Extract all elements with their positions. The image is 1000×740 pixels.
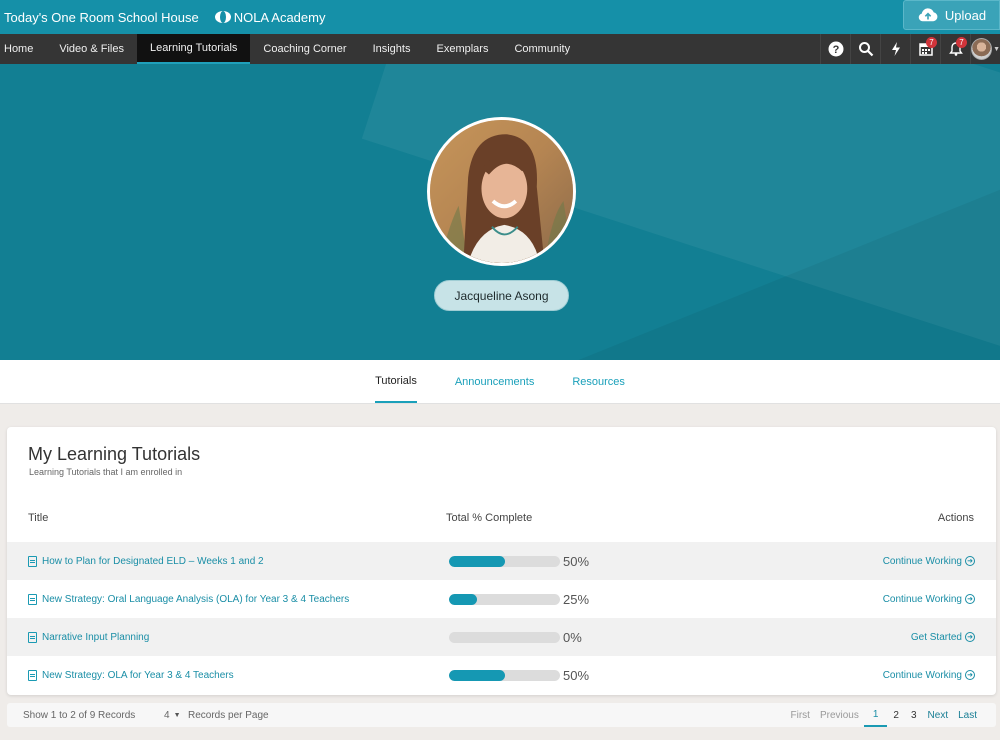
progress-bar — [449, 631, 560, 643]
progress-fill — [449, 555, 505, 567]
nav-community[interactable]: Community — [501, 34, 583, 64]
user-avatar — [971, 38, 993, 60]
bell-badge: 7 — [956, 37, 967, 48]
records-per-page-select[interactable]: 4 ▼ — [164, 710, 181, 721]
table-row: How to Plan for Designated ELD – Weeks 1… — [7, 542, 996, 580]
arrow-right-circle-icon: ➜ — [965, 556, 975, 566]
progress-fill — [449, 669, 505, 681]
progress-bar — [449, 669, 560, 681]
calendar-icon[interactable]: 7 — [910, 34, 940, 64]
column-header-actions: Actions — [937, 512, 974, 524]
page-3-button[interactable]: 3 — [905, 703, 923, 727]
column-header-complete: Total % Complete — [446, 512, 533, 524]
column-header-title: Title — [28, 512, 49, 524]
nav-coaching-corner[interactable]: Coaching Corner — [250, 34, 359, 64]
profile-photo-image — [430, 120, 573, 263]
lightning-icon[interactable] — [880, 34, 910, 64]
tutorial-title-link[interactable]: Narrative Input Planning — [42, 632, 149, 643]
continue-working-link[interactable]: Continue Working ➜ — [883, 556, 975, 567]
per-page-value: 4 — [164, 709, 170, 721]
nav-home[interactable]: Home — [0, 34, 46, 64]
org-name: NOLA Academy — [233, 9, 326, 25]
records-summary: Show 1 to 2 of 9 Records — [23, 709, 136, 721]
progress-percent: 50% — [563, 667, 590, 683]
nav-video-files[interactable]: Video & Files — [46, 34, 137, 64]
document-icon — [28, 555, 37, 567]
upload-button[interactable]: Upload — [903, 0, 1000, 30]
get-started-link[interactable]: Get Started ➜ — [911, 632, 975, 643]
nav-exemplars[interactable]: Exemplars — [423, 34, 501, 64]
tab-resources[interactable]: Resources — [572, 360, 625, 403]
pager: First Previous 1 2 3 Next Last — [785, 703, 982, 727]
tutorial-title-link[interactable]: New Strategy: OLA for Year 3 & 4 Teacher… — [42, 670, 234, 681]
tutorial-title-link[interactable]: How to Plan for Designated ELD – Weeks 1… — [42, 556, 264, 567]
arrow-right-circle-icon: ➜ — [965, 594, 975, 604]
action-label: Continue Working — [882, 593, 962, 605]
progress-percent: 25% — [563, 591, 590, 607]
next-page-button[interactable]: Next — [923, 703, 954, 727]
top-bar: Today's One Room School House NOLA Acade… — [0, 0, 1000, 34]
table-row: Narrative Input Planning 0% Get Started ➜ — [7, 618, 996, 656]
page-1-button[interactable]: 1 — [863, 703, 888, 727]
action-label: Continue Working — [882, 669, 962, 681]
cloud-upload-icon — [918, 8, 938, 22]
card-title: My Learning Tutorials — [28, 444, 201, 464]
nav-learning-tutorials[interactable]: Learning Tutorials — [136, 34, 251, 64]
pagination-bar: Show 1 to 2 of 9 Records 4 ▼ Records per… — [7, 703, 996, 727]
progress-bar — [449, 593, 560, 605]
learning-tutorials-card: My Learning Tutorials Learning Tutorials… — [7, 427, 996, 695]
org-switcher[interactable]: NOLA Academy — [214, 9, 326, 25]
org-logo-icon — [214, 11, 231, 23]
last-page-button[interactable]: Last — [953, 703, 982, 727]
chevron-down-icon: ▼ — [993, 45, 1000, 53]
table-row: New Strategy: OLA for Year 3 & 4 Teacher… — [7, 656, 996, 694]
progress-percent: 0% — [563, 629, 582, 645]
document-icon — [28, 669, 37, 681]
progress-percent: 50% — [563, 553, 590, 569]
user-menu[interactable]: ▼ — [970, 34, 1000, 64]
profile-photo — [427, 117, 576, 266]
previous-page-button[interactable]: Previous — [815, 703, 864, 727]
table-row: New Strategy: Oral Language Analysis (OL… — [7, 580, 996, 618]
arrow-right-circle-icon: ➜ — [965, 670, 975, 680]
records-per-page-label: Records per Page — [188, 709, 269, 721]
action-label: Get Started — [910, 631, 962, 643]
continue-working-link[interactable]: Continue Working ➜ — [883, 594, 975, 605]
svg-text:?: ? — [832, 44, 839, 56]
bell-icon[interactable]: 7 — [940, 34, 970, 64]
document-icon — [28, 593, 37, 605]
arrow-right-circle-icon: ➜ — [965, 632, 975, 642]
chevron-down-icon: ▼ — [173, 711, 181, 719]
continue-working-link[interactable]: Continue Working ➜ — [883, 670, 975, 681]
nav-insights[interactable]: Insights — [360, 34, 424, 64]
tutorial-title-link[interactable]: New Strategy: Oral Language Analysis (OL… — [42, 594, 349, 605]
main-nav: Home Video & Files Learning Tutorials Co… — [0, 34, 1000, 64]
help-icon[interactable]: ? — [820, 34, 850, 64]
document-icon — [28, 631, 37, 643]
profile-hero: Jacqueline Asong — [0, 64, 1000, 360]
first-page-button[interactable]: First — [785, 703, 814, 727]
profile-name: Jacqueline Asong — [434, 280, 569, 311]
page-2-button[interactable]: 2 — [887, 703, 905, 727]
card-subtitle: Learning Tutorials that I am enrolled in — [29, 467, 183, 477]
tab-announcements[interactable]: Announcements — [455, 360, 535, 403]
action-label: Continue Working — [882, 555, 962, 567]
tab-tutorials[interactable]: Tutorials — [375, 360, 417, 403]
progress-fill — [449, 593, 477, 605]
upload-label: Upload — [944, 7, 987, 23]
search-icon[interactable] — [850, 34, 880, 64]
calendar-badge: 7 — [926, 37, 937, 48]
profile-tabs: Tutorials Announcements Resources — [0, 360, 1000, 404]
site-name[interactable]: Today's One Room School House — [0, 10, 199, 25]
progress-bar — [449, 555, 560, 567]
